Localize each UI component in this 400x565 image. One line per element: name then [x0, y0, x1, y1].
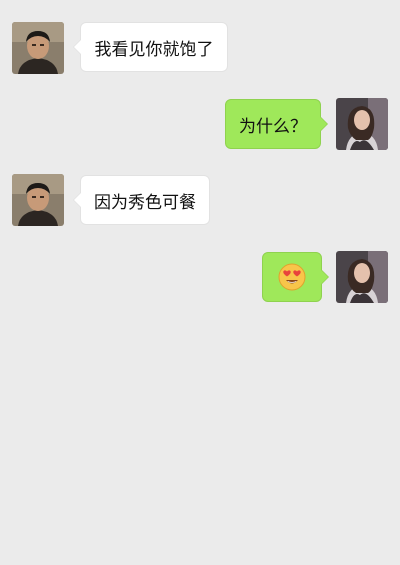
- self-avatar[interactable]: [336, 98, 388, 150]
- self-avatar[interactable]: [336, 251, 388, 303]
- message-text: 为什么？: [239, 116, 307, 137]
- female-avatar-photo-icon: [336, 98, 388, 150]
- chat-conversation: 我看见你就饱了 为什么？ 因为秀色可餐: [0, 0, 400, 565]
- message-bubble-outgoing[interactable]: [262, 252, 329, 302]
- message-text: 因为秀色可餐: [94, 192, 196, 213]
- contact-avatar[interactable]: [12, 174, 64, 226]
- female-avatar-photo-icon: [336, 251, 388, 303]
- contact-avatar[interactable]: [12, 22, 64, 74]
- message-bubble-incoming[interactable]: 我看见你就饱了: [73, 22, 228, 72]
- message-text: 我看见你就饱了: [94, 39, 214, 60]
- message-bubble-outgoing[interactable]: 为什么？: [225, 99, 328, 149]
- smiling-face-with-heart-eyes-icon: [278, 263, 306, 291]
- male-avatar-photo-icon: [12, 22, 64, 74]
- male-avatar-photo-icon: [12, 174, 64, 226]
- message-bubble-incoming[interactable]: 因为秀色可餐: [73, 175, 210, 225]
